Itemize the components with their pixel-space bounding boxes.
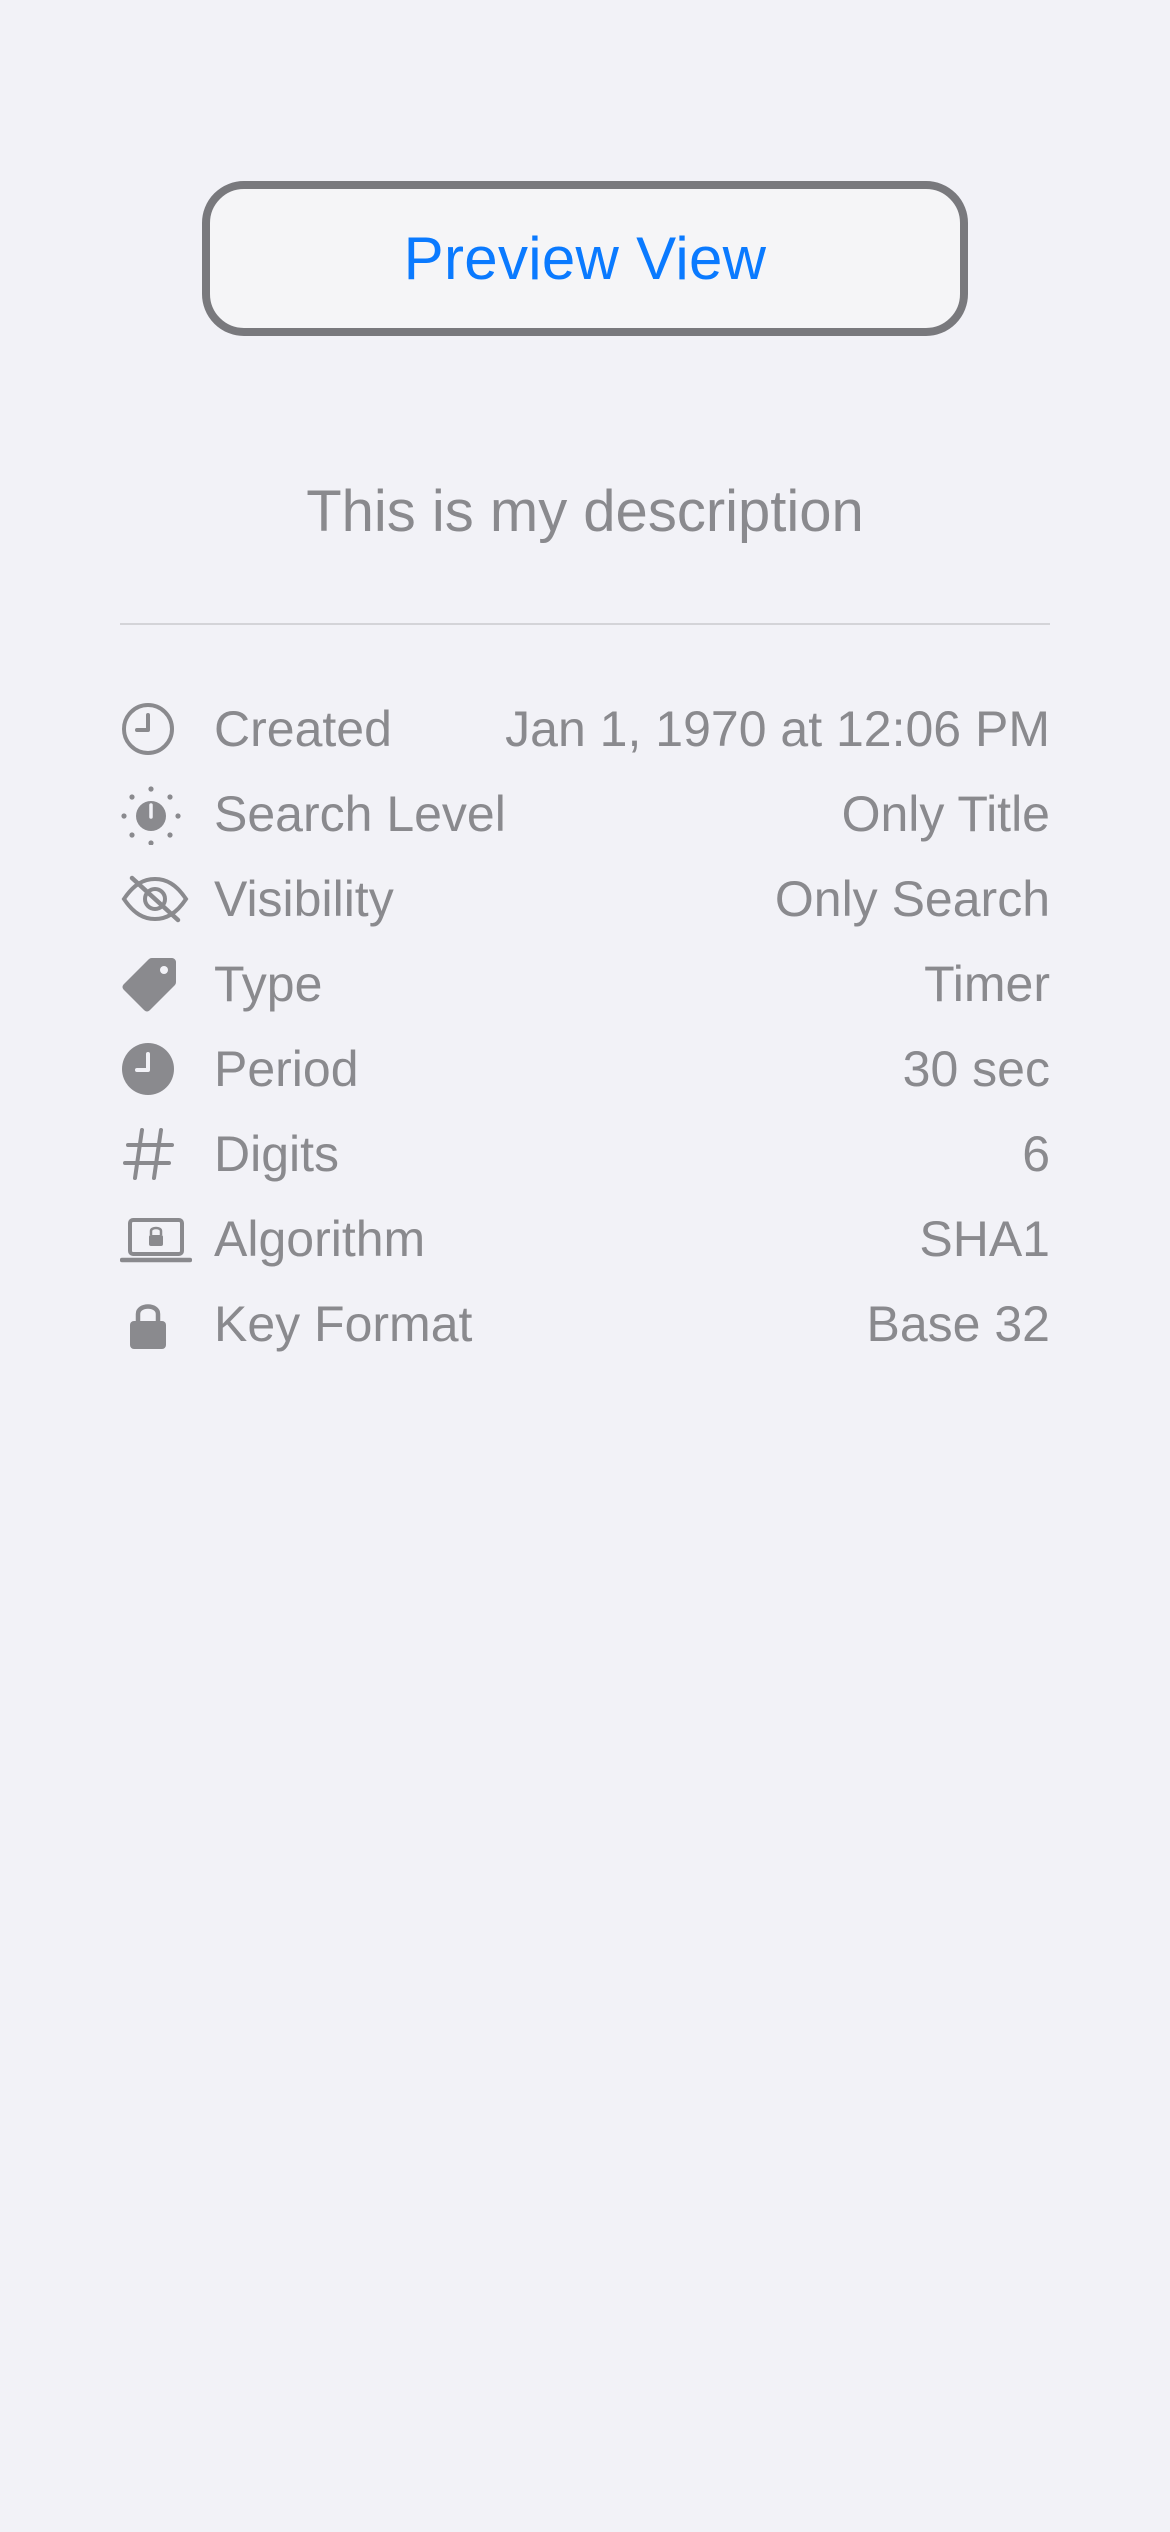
- detail-row-search-level: Search Level Only Title: [120, 771, 1050, 856]
- tag-icon: [120, 948, 192, 1020]
- detail-row-digits: Digits 6: [120, 1111, 1050, 1196]
- detail-label: Type: [214, 955, 323, 1012]
- sun-timer-icon: [120, 778, 192, 850]
- detail-row-visibility: Visibility Only Search: [120, 856, 1050, 941]
- details-list: Created Jan 1, 1970 at 12:06 PM Search L…: [120, 686, 1050, 1366]
- detail-value: Only Title: [841, 785, 1050, 842]
- preview-view-label: Preview View: [403, 225, 767, 292]
- detail-value: Jan 1, 1970 at 12:06 PM: [505, 700, 1050, 757]
- detail-value: 30 sec: [902, 1040, 1050, 1097]
- preview-view-button[interactable]: Preview View: [202, 181, 968, 336]
- detail-value: Base 32: [866, 1295, 1050, 1352]
- detail-label: Key Format: [214, 1295, 473, 1352]
- detail-label: Created: [214, 700, 392, 757]
- detail-label: Algorithm: [214, 1210, 426, 1267]
- detail-value: SHA1: [919, 1210, 1050, 1267]
- detail-label: Search Level: [214, 785, 506, 842]
- detail-label: Period: [214, 1040, 359, 1097]
- divider: [120, 623, 1050, 625]
- clock-outline-icon: [120, 693, 192, 765]
- item-description: This is my description: [306, 479, 864, 544]
- item-detail-screen: Preview View This is my description Crea…: [0, 0, 1170, 2532]
- clock-fill-icon: [120, 1033, 192, 1105]
- detail-row-type: Type Timer: [120, 941, 1050, 1026]
- number-sign-icon: [120, 1118, 192, 1190]
- detail-label: Visibility: [214, 870, 394, 927]
- detail-row-algorithm: Algorithm SHA1: [120, 1196, 1050, 1281]
- detail-row-created: Created Jan 1, 1970 at 12:06 PM: [120, 686, 1050, 771]
- detail-value: 6: [1022, 1125, 1050, 1182]
- detail-value: Only Search: [774, 870, 1050, 927]
- lock-icon: [120, 1288, 192, 1360]
- eye-slash-icon: [120, 863, 192, 935]
- detail-row-period: Period 30 sec: [120, 1026, 1050, 1111]
- detail-row-key-format: Key Format Base 32: [120, 1281, 1050, 1366]
- detail-value: Timer: [924, 955, 1050, 1012]
- laptop-lock-icon: [120, 1203, 192, 1275]
- detail-label: Digits: [214, 1125, 340, 1182]
